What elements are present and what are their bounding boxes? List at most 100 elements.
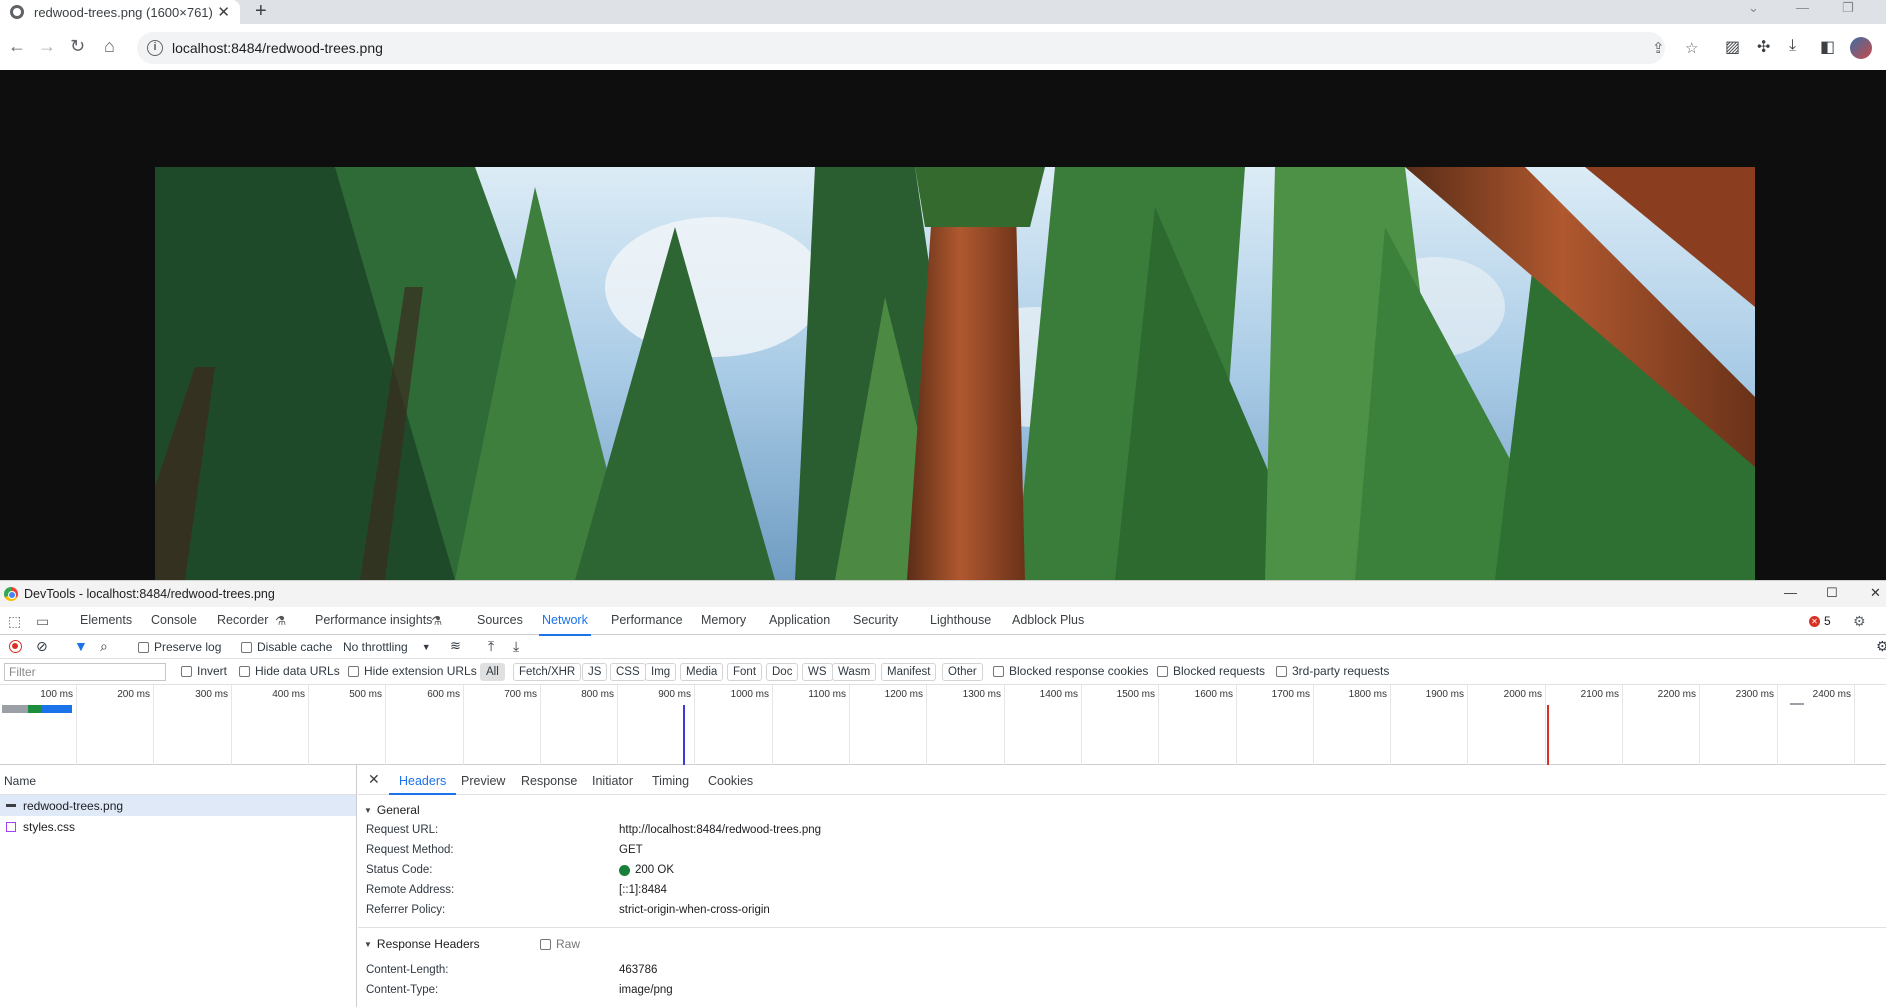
- site-info-icon[interactable]: i: [147, 40, 163, 56]
- tab-preview[interactable]: Preview: [461, 774, 505, 788]
- type-filter-other[interactable]: Other: [942, 663, 983, 681]
- network-settings-icon[interactable]: ⚙: [1876, 638, 1886, 655]
- type-filter-font[interactable]: Font: [727, 663, 763, 681]
- type-filter-doc[interactable]: Doc: [766, 663, 799, 681]
- devtools-maximize-icon[interactable]: ☐: [1826, 585, 1838, 601]
- export-har-icon[interactable]: ⤓: [513, 638, 519, 655]
- hide-extension-urls-checkbox[interactable]: Hide extension URLs: [348, 664, 477, 678]
- back-arrow-icon[interactable]: ←: [8, 36, 26, 56]
- type-filter-wasm[interactable]: Wasm: [832, 663, 877, 681]
- browser-toolbar: ← → ↻ ⌂ i localhost:8484/redwood-trees.p…: [0, 24, 1886, 70]
- address-bar[interactable]: i localhost:8484/redwood-trees.png: [137, 32, 1665, 64]
- tab-search-icon[interactable]: ⌄: [1748, 0, 1759, 16]
- request-name: redwood-trees.png: [23, 798, 124, 813]
- tab-console[interactable]: Console: [151, 613, 197, 627]
- tab-lighthouse[interactable]: Lighthouse: [930, 613, 991, 627]
- error-count-badge[interactable]: ✕ 5: [1809, 614, 1831, 628]
- disable-cache-checkbox[interactable]: Disable cache: [241, 640, 332, 654]
- status-code-text: 200 OK: [635, 864, 674, 876]
- hide-data-urls-label: Hide data URLs: [255, 664, 340, 678]
- clear-icon[interactable]: ⊘: [36, 638, 48, 655]
- raw-checkbox[interactable]: Raw: [540, 937, 580, 951]
- tab-network[interactable]: Network: [539, 613, 591, 636]
- waterfall-bar-waiting: [28, 705, 42, 713]
- request-row[interactable]: redwood-trees.png: [0, 795, 356, 816]
- settings-gear-icon[interactable]: ⚙: [1853, 613, 1866, 630]
- extension-icon[interactable]: ▨: [1725, 37, 1740, 57]
- share-icon[interactable]: ⇪: [1652, 39, 1665, 57]
- throttling-select[interactable]: No throttling ▼: [343, 640, 431, 654]
- tab-initiator[interactable]: Initiator: [592, 774, 633, 788]
- forward-arrow-icon[interactable]: →: [38, 36, 56, 56]
- reload-icon[interactable]: ↻: [70, 36, 85, 56]
- close-tab-icon[interactable]: ✕: [217, 3, 230, 21]
- type-filter-media[interactable]: Media: [680, 663, 724, 681]
- tab-security[interactable]: Security: [853, 613, 898, 627]
- third-party-requests-checkbox[interactable]: 3rd-party requests: [1276, 664, 1389, 678]
- invert-checkbox[interactable]: Invert: [181, 664, 227, 678]
- restore-icon[interactable]: ❐: [1842, 0, 1854, 16]
- type-filter-manifest[interactable]: Manifest: [881, 663, 937, 681]
- request-row[interactable]: styles.css: [0, 816, 356, 837]
- side-panel-icon[interactable]: ◧: [1820, 37, 1835, 57]
- devtools-panel-tabs: ⬚ ▭ Elements Console Recorder ⚗ Performa…: [0, 607, 1886, 636]
- minimize-icon[interactable]: —: [1796, 0, 1809, 16]
- filter-input[interactable]: [4, 663, 166, 681]
- blocked-response-cookies-checkbox[interactable]: Blocked response cookies: [993, 664, 1148, 678]
- devtools-window-title: DevTools - localhost:8484/redwood-trees.…: [24, 587, 275, 601]
- tab-memory[interactable]: Memory: [701, 613, 746, 627]
- devtools-titlebar: DevTools - localhost:8484/redwood-trees.…: [0, 581, 1886, 607]
- devtools-window: DevTools - localhost:8484/redwood-trees.…: [0, 580, 1886, 1007]
- type-filter-css[interactable]: CSS: [610, 663, 646, 681]
- inspect-element-icon[interactable]: ⬚: [8, 613, 21, 630]
- profile-avatar[interactable]: [1850, 37, 1872, 59]
- type-filter-fetch-xhr[interactable]: Fetch/XHR: [513, 663, 582, 681]
- puzzle-extensions-icon[interactable]: ✣: [1757, 37, 1770, 57]
- hide-data-urls-checkbox[interactable]: Hide data URLs: [239, 664, 340, 678]
- globe-icon: [10, 5, 24, 19]
- network-toolbar: ⊘ ▼ ⌕ Preserve log Disable cache No thro…: [0, 635, 1886, 659]
- browser-tab[interactable]: redwood-trees.png (1600×761) ✕: [0, 0, 240, 24]
- tab-sources[interactable]: Sources: [477, 613, 523, 627]
- download-icon[interactable]: ⤓: [1789, 37, 1796, 55]
- home-icon[interactable]: ⌂: [104, 36, 115, 56]
- filter-funnel-icon[interactable]: ▼: [74, 638, 88, 654]
- blocked-requests-checkbox[interactable]: Blocked requests: [1157, 664, 1265, 678]
- tab-performance-insights[interactable]: Performance insights: [315, 613, 432, 627]
- preserve-log-checkbox[interactable]: Preserve log: [138, 640, 221, 654]
- header-key: Content-Type:: [366, 984, 439, 996]
- new-tab-button[interactable]: +: [255, 0, 267, 22]
- tab-cookies[interactable]: Cookies: [708, 774, 753, 788]
- close-details-icon[interactable]: ✕: [368, 771, 380, 788]
- device-toolbar-icon[interactable]: ▭: [36, 613, 49, 630]
- tab-response[interactable]: Response: [521, 774, 577, 788]
- response-headers-title: Response Headers: [376, 937, 480, 951]
- name-column-header[interactable]: Name: [0, 765, 356, 795]
- tab-application[interactable]: Application: [769, 613, 830, 627]
- import-har-icon[interactable]: ⤒: [488, 638, 494, 655]
- tab-elements[interactable]: Elements: [80, 613, 132, 627]
- network-overview-timeline[interactable]: 100 ms 200 ms 300 ms 400 ms 500 ms 600 ms 700 …: [0, 685, 1886, 765]
- tab-headers[interactable]: Headers: [388, 774, 457, 795]
- response-headers-section-header[interactable]: ▼ Response Headers: [364, 937, 480, 951]
- general-section-header[interactable]: ▼ General: [364, 803, 420, 817]
- expand-triangle-icon: ▼: [364, 805, 372, 815]
- tab-timing[interactable]: Timing: [652, 774, 689, 788]
- bookmark-star-icon[interactable]: ☆: [1685, 39, 1698, 57]
- tab-recorder[interactable]: Recorder: [217, 613, 268, 627]
- disable-cache-label: Disable cache: [257, 640, 333, 654]
- network-conditions-icon[interactable]: ≋: [450, 638, 461, 654]
- type-filter-js[interactable]: JS: [582, 663, 608, 681]
- type-filter-all[interactable]: All: [480, 663, 505, 681]
- stylesheet-file-icon: [6, 821, 16, 832]
- dropdown-arrow-icon: ▼: [421, 642, 431, 652]
- load-event-marker: [1547, 705, 1549, 765]
- devtools-close-icon[interactable]: ✕: [1870, 585, 1881, 601]
- tab-performance[interactable]: Performance: [611, 613, 683, 627]
- type-filter-ws[interactable]: WS: [802, 663, 833, 681]
- type-filter-img[interactable]: Img: [645, 663, 677, 681]
- search-icon[interactable]: ⌕: [100, 638, 108, 655]
- tab-adblock-plus[interactable]: Adblock Plus: [1012, 613, 1084, 627]
- devtools-minimize-icon[interactable]: —: [1784, 585, 1797, 600]
- record-icon[interactable]: [9, 640, 22, 653]
